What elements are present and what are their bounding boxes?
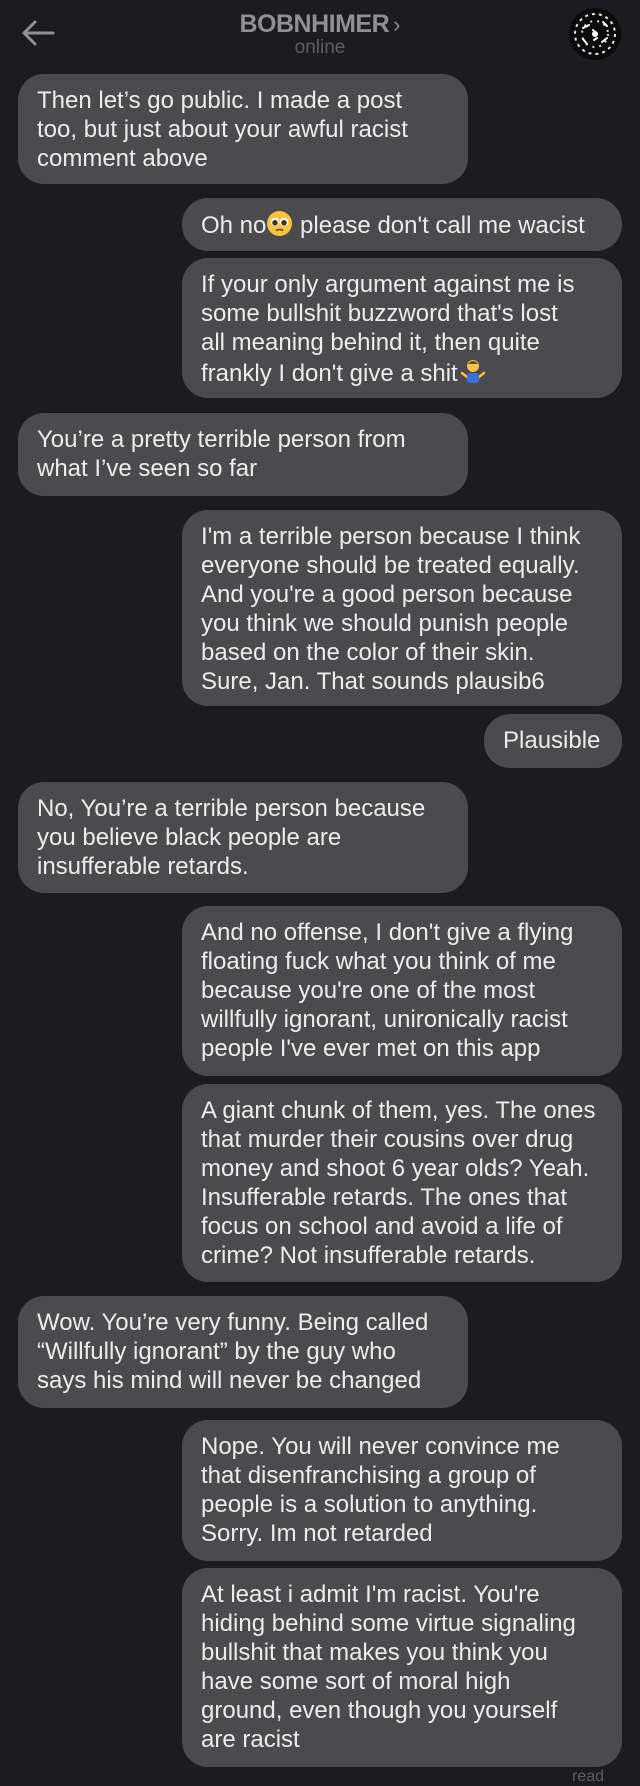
contact-name[interactable]: BOBNHIMER: [240, 10, 390, 38]
chevron-right-icon: ›: [393, 12, 401, 37]
avatar[interactable]: [569, 8, 621, 60]
message-bubble-incoming[interactable]: Wow. You’re very funny. Being called “Wi…: [18, 1296, 468, 1408]
message-bubble-outgoing[interactable]: Nope. You will never convince me that di…: [182, 1420, 622, 1561]
message-bubble-outgoing[interactable]: I'm a terrible person because I think ev…: [182, 510, 622, 706]
message-bubble-incoming[interactable]: No, You’re a terrible person because you…: [18, 782, 468, 893]
message-bubble-outgoing[interactable]: Plausible: [484, 714, 622, 768]
message-bubble-outgoing[interactable]: At least i admit I'm racist. You're hidi…: [182, 1568, 622, 1767]
message-bubble-incoming[interactable]: You’re a pretty terrible person from wha…: [18, 413, 468, 496]
message-bubble-outgoing[interactable]: And no offense, I don't give a flying fl…: [182, 906, 622, 1076]
message-text: If your only argument against me is some…: [201, 271, 575, 387]
contact-title-wrap[interactable]: BOBNHIMER › online: [0, 8, 640, 58]
message-text: Oh no: [201, 212, 267, 239]
avatar-image: [569, 8, 621, 60]
message-bubble-outgoing[interactable]: If your only argument against me is some…: [182, 258, 622, 398]
chat-header: BOBNHIMER › online: [0, 0, 640, 68]
message-bubble-incoming[interactable]: Then let’s go public. I made a post too,…: [18, 74, 468, 184]
message-text: please don't call me wacist: [293, 212, 585, 239]
man-shrugging-emoji: [458, 357, 488, 392]
online-status: online: [294, 37, 346, 58]
pleading-face-emoji: [266, 210, 293, 244]
message-bubble-outgoing[interactable]: Oh no please don't call me wacist: [182, 198, 622, 251]
read-receipt: read: [571, 1768, 604, 1785]
message-bubble-outgoing[interactable]: A giant chunk of them, yes. The ones tha…: [182, 1084, 622, 1282]
